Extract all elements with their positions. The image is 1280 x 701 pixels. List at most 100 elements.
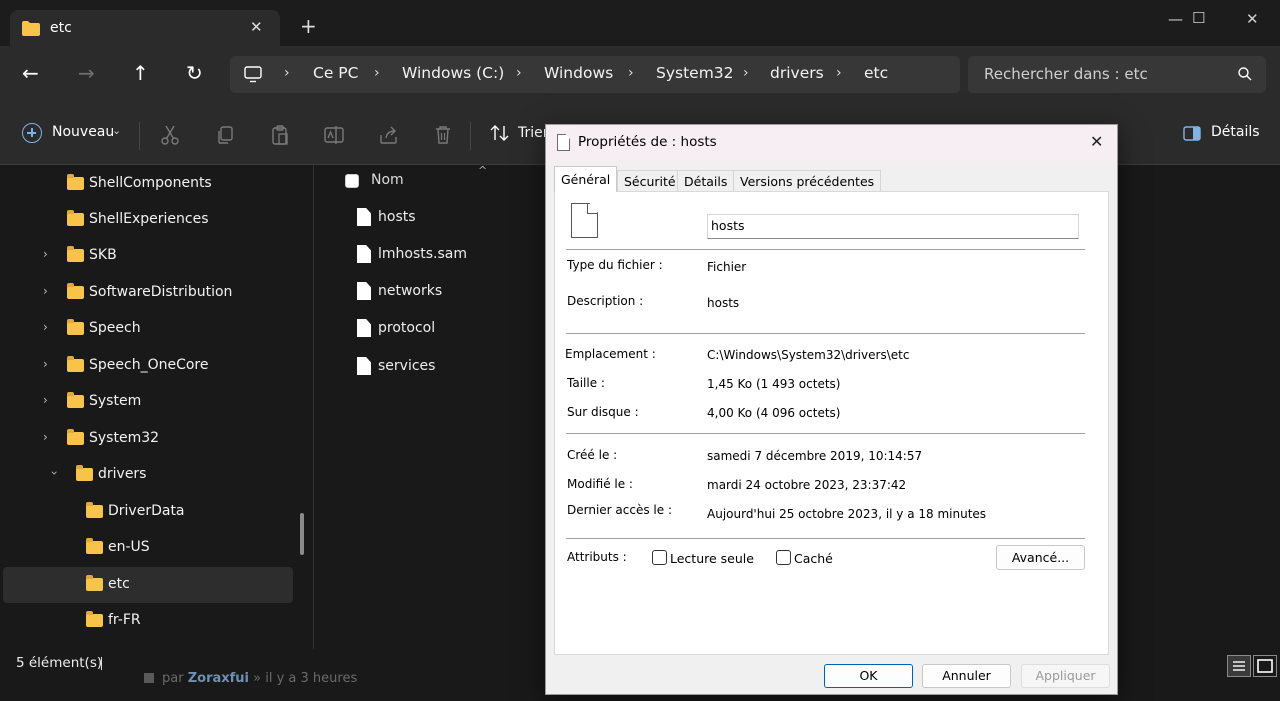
file-icon [557, 134, 570, 151]
accessed-label: Dernier accès le : [567, 503, 672, 517]
maximize-icon[interactable]: ☐ [1192, 9, 1205, 27]
tree-item-label: System [89, 393, 142, 409]
back-arrow-icon[interactable]: ← [22, 61, 39, 85]
location-label: Emplacement : [565, 347, 656, 361]
cancel-button[interactable]: Annuler [922, 664, 1011, 688]
tree-item-speech[interactable]: › Speech [3, 311, 293, 347]
status-divider [101, 657, 102, 670]
folder-icon [67, 174, 84, 190]
new-button-label: Nouveau [52, 124, 115, 140]
file-icon [357, 282, 371, 300]
tab-details[interactable]: Détails [677, 170, 735, 192]
folder-icon [86, 502, 103, 518]
tree-item-label: Speech_OneCore [89, 357, 209, 373]
tree-item-speech-onecore[interactable]: › Speech_OneCore [3, 348, 293, 384]
copy-icon[interactable] [213, 123, 237, 147]
tab-previous-versions[interactable]: Versions précédentes [733, 170, 882, 192]
tree-item-skb[interactable]: › SKB [3, 238, 293, 274]
address-bar[interactable]: › Ce PC › Windows (C:) › Windows › Syste… [230, 56, 960, 93]
file-explorer-window: etc ✕ + — ☐ ✕ ← → ↑ ↻ › Ce PC › Windows … [0, 0, 1280, 701]
dialog-title: Propriétés de : hosts [578, 134, 717, 150]
toolbar-divider [139, 122, 140, 150]
details-label: Détails [1211, 124, 1260, 140]
tree-item-system32[interactable]: › System32 [3, 421, 293, 457]
attributes-label: Attributs : [567, 550, 627, 564]
file-item-label: protocol [378, 320, 436, 336]
breadcrumb-windows-c[interactable]: Windows (C:) [402, 64, 504, 82]
chevron-down-icon[interactable]: › [47, 471, 61, 476]
select-all-checkbox[interactable] [345, 174, 359, 188]
description-value: hosts [707, 296, 740, 310]
tree-item-softwaredistribution[interactable]: › SoftwareDistribution [3, 275, 293, 311]
breadcrumb-separator: › [284, 65, 290, 81]
breadcrumb-etc[interactable]: etc [864, 64, 888, 82]
window-close-icon[interactable]: ✕ [1246, 10, 1259, 28]
tree-item-fr-fr[interactable]: fr-FR [3, 603, 293, 639]
filename-input[interactable]: hosts [707, 214, 1079, 239]
tree-item-driverdata[interactable]: DriverData [3, 494, 293, 530]
general-tab-panel: hosts Type du fichier : Fichier Descript… [554, 191, 1109, 655]
minimize-icon[interactable]: — [1168, 10, 1183, 28]
chevron-right-icon[interactable]: › [43, 357, 48, 371]
chevron-right-icon[interactable]: › [43, 430, 48, 444]
rename-icon[interactable] [322, 123, 346, 147]
checkbox-box[interactable] [776, 550, 791, 565]
share-icon[interactable] [377, 123, 401, 147]
tab-etc[interactable]: etc ✕ [10, 10, 280, 46]
tree-item-system[interactable]: › System [3, 384, 293, 420]
breadcrumb-separator: › [743, 65, 749, 81]
file-item-label: lmhosts.sam [378, 246, 468, 262]
tree-item-shellcomponents[interactable]: ShellComponents [3, 166, 293, 202]
apply-button[interactable]: Appliquer [1021, 664, 1110, 688]
tree-item-en-us[interactable]: en-US [3, 530, 293, 566]
tree-item-etc[interactable]: etc [3, 567, 293, 603]
cut-icon[interactable] [158, 123, 182, 147]
chevron-right-icon[interactable]: › [43, 284, 48, 298]
tab-security[interactable]: Sécurité [617, 170, 683, 192]
up-arrow-icon[interactable]: ↑ [132, 61, 149, 85]
breadcrumb-ce-pc[interactable]: Ce PC [313, 64, 358, 82]
breadcrumb-drivers[interactable]: drivers [770, 64, 824, 82]
modified-value: mardi 24 octobre 2023, 23:37:42 [707, 478, 907, 492]
nav-scrollbar-thumb[interactable] [300, 513, 304, 555]
refresh-icon[interactable]: ↻ [186, 61, 203, 85]
folder-icon [67, 356, 84, 372]
checkbox-box[interactable] [652, 550, 667, 565]
disk-size-label: Sur disque : [567, 405, 639, 419]
list-view-icon [1233, 661, 1245, 671]
breadcrumb-system32[interactable]: System32 [656, 64, 734, 82]
advanced-button[interactable]: Avancé... [996, 545, 1085, 570]
tab-close-icon[interactable]: ✕ [250, 18, 263, 36]
dialog-close-icon[interactable]: ✕ [1090, 132, 1103, 151]
tab-title: etc [50, 20, 72, 36]
tree-item-label: ShellExperiences [89, 211, 209, 227]
search-box[interactable]: Rechercher dans : etc [968, 56, 1266, 93]
chevron-right-icon[interactable]: › [43, 320, 48, 334]
tree-item-label: ShellComponents [89, 175, 212, 191]
dialog-title-bar[interactable]: Propriétés de : hosts ✕ [546, 125, 1117, 161]
tree-item-shellexperiences[interactable]: ShellExperiences [3, 202, 293, 238]
tree-item-drivers[interactable]: › drivers [3, 457, 293, 493]
created-label: Créé le : [567, 448, 618, 462]
tiles-view-button[interactable] [1253, 655, 1277, 677]
file-icon [357, 357, 371, 375]
breadcrumb-separator: › [836, 65, 842, 81]
paste-icon[interactable] [268, 123, 292, 147]
tab-general[interactable]: Général [554, 166, 618, 192]
chevron-right-icon[interactable]: › [43, 393, 48, 407]
forward-arrow-icon[interactable]: → [78, 61, 95, 85]
folder-icon [86, 611, 103, 627]
tree-item-label: DriverData [108, 503, 185, 519]
tree-item-label: en-US [108, 539, 150, 555]
details-view-button[interactable] [1227, 655, 1251, 677]
new-tab-button[interactable]: + [300, 16, 317, 36]
location-value: C:\Windows\System32\drivers\etc [707, 348, 910, 362]
chevron-right-icon[interactable]: › [43, 247, 48, 261]
modified-label: Modifié le : [567, 477, 633, 491]
navigation-pane: ShellComponents ShellExperiences › SKB ›… [0, 165, 314, 649]
breadcrumb-windows[interactable]: Windows [544, 64, 613, 82]
ok-button[interactable]: OK [824, 664, 913, 688]
details-pane-icon [1183, 126, 1201, 141]
tree-item-label: SoftwareDistribution [89, 284, 233, 300]
delete-icon[interactable] [431, 123, 455, 147]
